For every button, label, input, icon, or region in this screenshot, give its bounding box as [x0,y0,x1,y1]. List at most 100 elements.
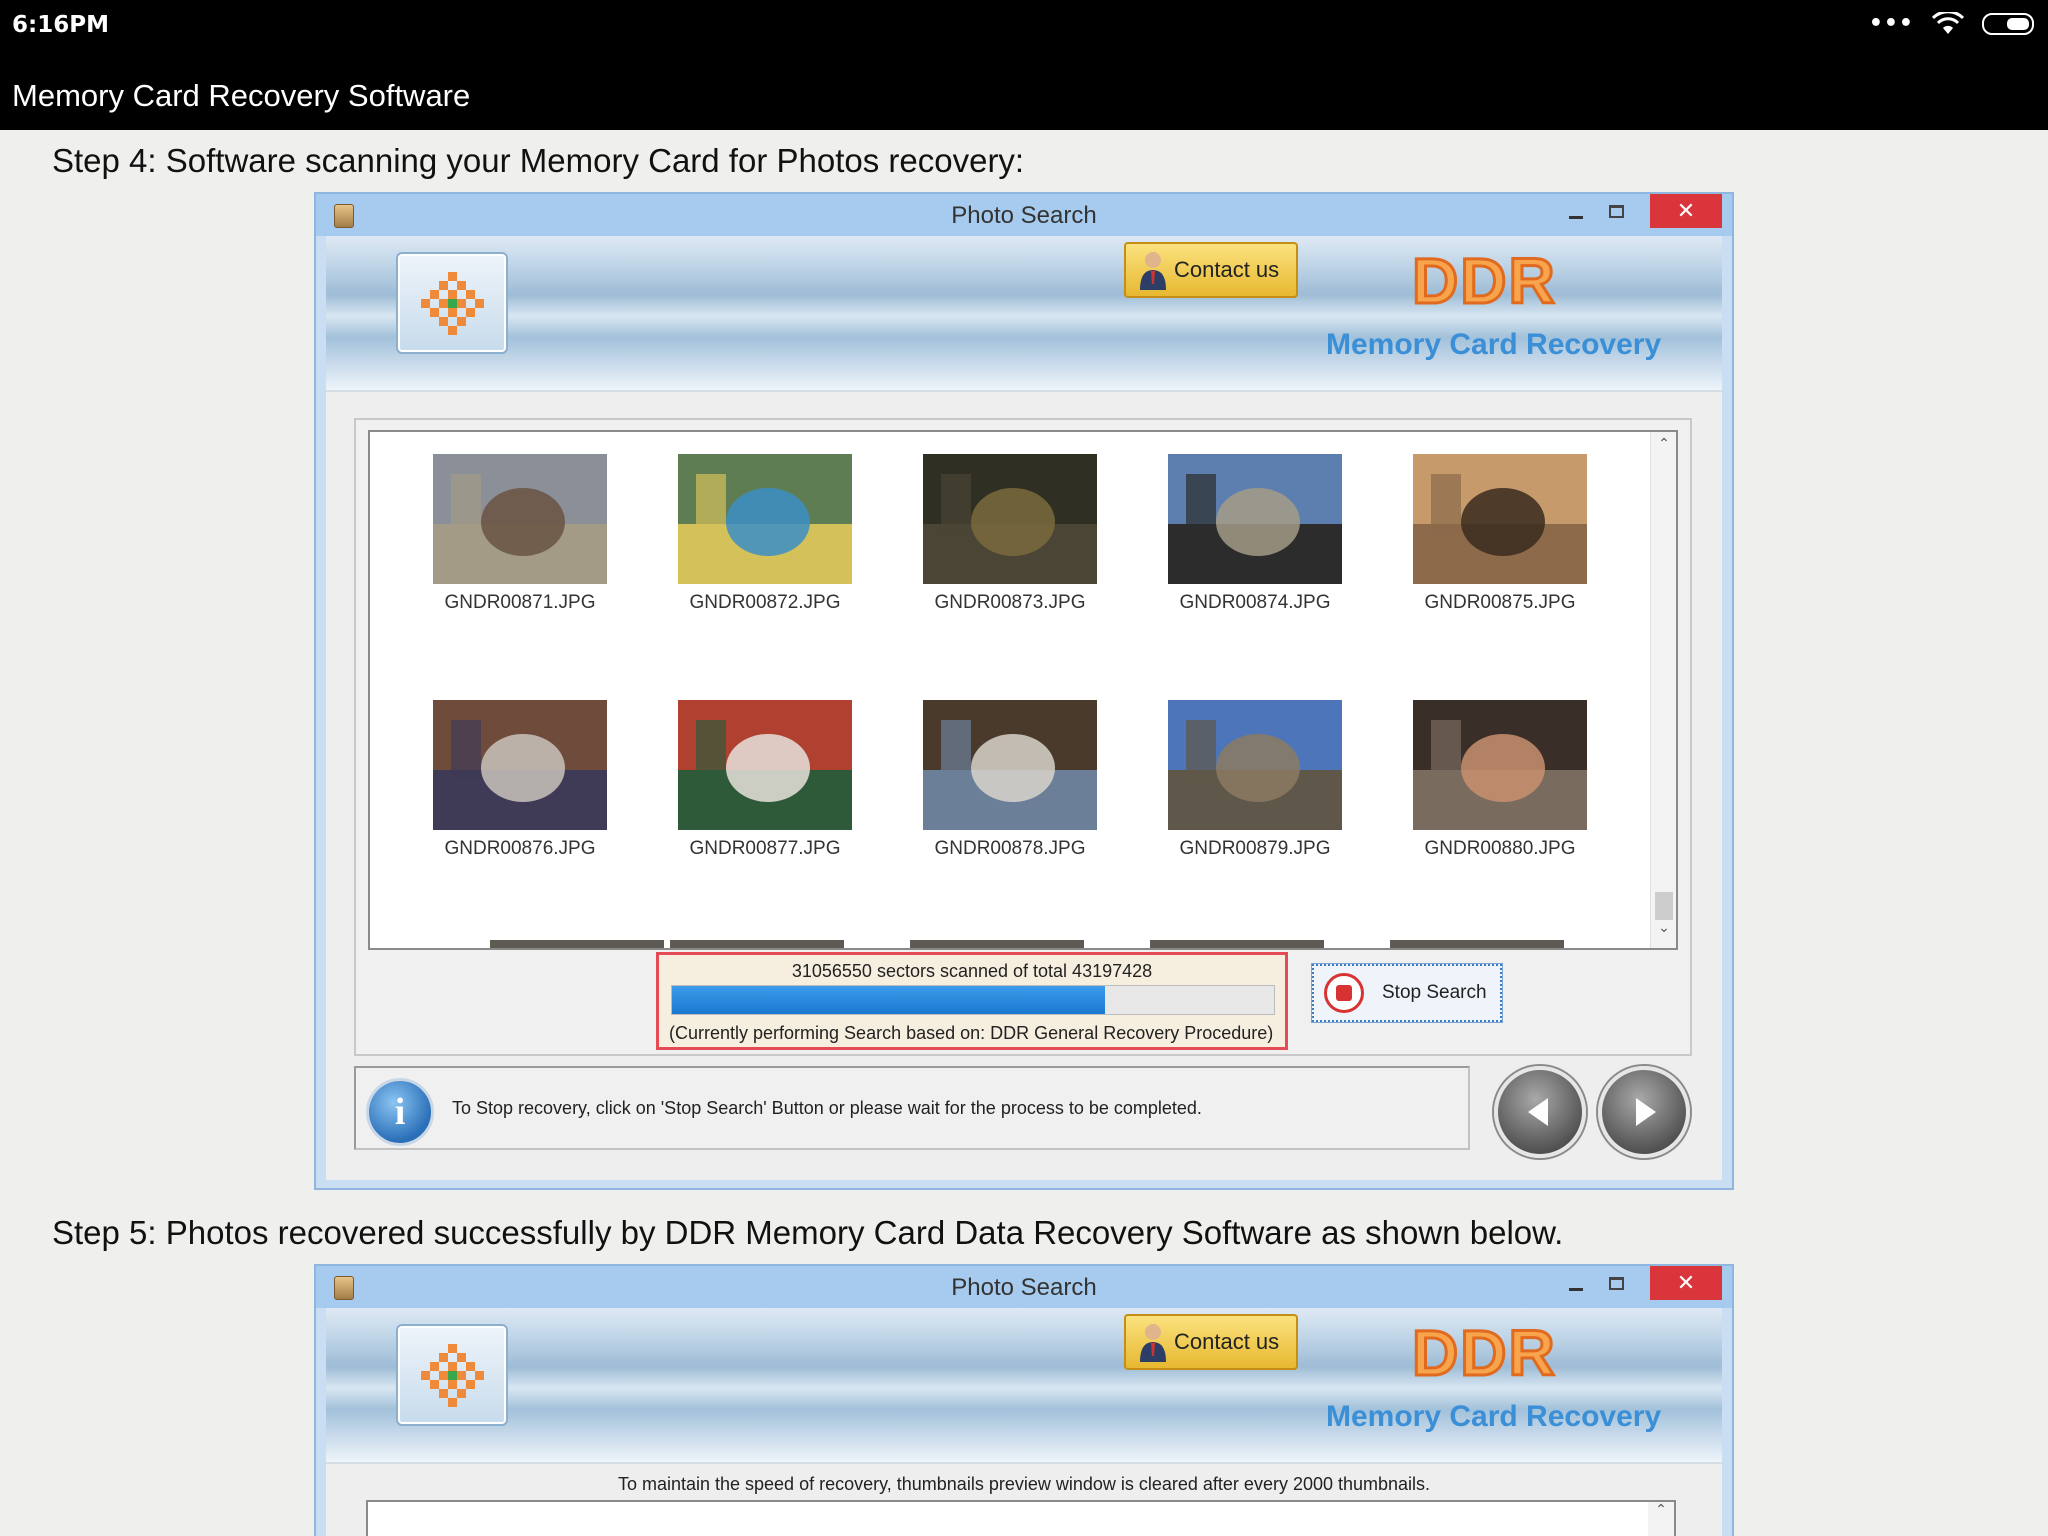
minimize-button[interactable] [1556,1266,1596,1300]
partial-thumbnail [910,940,1084,948]
progress-bar [671,985,1275,1015]
app-title: Memory Card Recovery Software [12,78,471,113]
maximize-button[interactable] [1596,1266,1636,1300]
minimize-button[interactable] [1556,194,1596,228]
next-button[interactable] [1598,1066,1690,1158]
ddr-logo: DDR [1411,244,1557,319]
photo-image [678,454,852,584]
contact-us-button[interactable]: Contact us [1124,242,1298,298]
info-bar: i To Stop recovery, click on 'Stop Searc… [354,1066,1470,1150]
photo-image [433,454,607,584]
person-icon [1140,1324,1166,1362]
photo-image [433,700,607,830]
partial-thumbnail [1390,940,1564,948]
photo-filename: GNDR00874.JPG [1179,592,1331,613]
photo-thumbnail[interactable]: GNDR00879.JPG [1155,700,1355,880]
photo-thumbnail[interactable]: GNDR00871.JPG [420,454,620,634]
scrollbar-thumb[interactable] [1655,892,1673,920]
photo-image [923,700,1097,830]
scroll-up-icon[interactable]: ⌃ [1648,1502,1674,1536]
thumbnail-view[interactable]: GNDR00871.JPG GNDR00872.JPG GNDR00873.JPG G… [368,430,1678,950]
photo-image [923,454,1097,584]
photo-thumbnail[interactable]: GNDR00877.JPG [665,700,865,880]
photo-thumbnail[interactable]: GNDR00872.JPG [665,454,865,634]
header-banner: Contact us DDR Memory Card Recovery [326,236,1722,392]
progress-note: (Currently performing Search based on: D… [669,1023,1274,1043]
thumbnail-notice: To maintain the speed of recovery, thumb… [617,1474,1431,1494]
checker-logo-icon [421,272,484,335]
window-title: Photo Search [951,1274,1097,1301]
status-icons: ••• [1869,12,2034,36]
photo-image [678,700,852,830]
maximize-button[interactable] [1596,194,1636,228]
partial-thumbnail [670,940,844,948]
contact-us-button[interactable]: Contact us [1124,1314,1298,1370]
photo-filename: GNDR00875.JPG [1424,592,1576,613]
vertical-scrollbar[interactable]: ⌃ ⌄ [1650,432,1676,948]
action-bar: Memory Card Recovery Software [0,52,2048,130]
window-body: Contact us DDR Memory Card Recovery GNDR… [326,236,1722,1180]
photo-search-window-1: Photo Search ✕ Contact us DDR Memory Car… [314,192,1734,1190]
stop-search-label: Stop Search [1382,982,1487,1003]
contact-us-label: Contact us [1174,1329,1280,1354]
photo-image [1413,700,1587,830]
window-body: Contact us DDR Memory Card Recovery To m… [326,1308,1722,1536]
partial-thumbnail [490,940,664,948]
contact-us-label: Contact us [1174,257,1280,282]
app-logo [396,1324,508,1426]
info-icon: i [366,1078,434,1146]
window-titlebar: Photo Search ✕ [316,1266,1732,1308]
scan-panel: GNDR00871.JPG GNDR00872.JPG GNDR00873.JPG G… [354,418,1692,1056]
app-logo [396,252,508,354]
more-dots-icon[interactable]: ••• [1869,13,1914,35]
photo-image [1168,454,1342,584]
scroll-up-icon[interactable]: ⌃ [1651,436,1676,460]
status-time: 6:16PM [12,12,109,38]
product-subtitle: Memory Card Recovery [1326,1400,1662,1433]
battery-icon [1982,13,2034,35]
photo-image [1168,700,1342,830]
photo-thumbnail[interactable]: GNDR00876.JPG [420,700,620,880]
photo-filename: GNDR00872.JPG [689,592,841,613]
product-subtitle: Memory Card Recovery [1326,328,1662,361]
partial-thumbnail [1150,940,1324,948]
arrow-right-icon [1636,1098,1656,1126]
progress-bar-fill [672,986,1105,1014]
close-button[interactable]: ✕ [1650,1266,1722,1300]
photo-search-window-2: Photo Search ✕ Contact us DDR Memory Car… [314,1264,1734,1536]
back-button[interactable] [1494,1066,1586,1158]
photo-filename: GNDR00877.JPG [689,838,841,859]
window-titlebar: Photo Search ✕ [316,194,1732,236]
close-button[interactable]: ✕ [1650,194,1722,228]
progress-box: 31056550 sectors scanned of total 431974… [656,952,1288,1050]
stop-search-button[interactable]: Stop Search [1311,963,1503,1023]
photo-filename: GNDR00878.JPG [934,838,1086,859]
photo-thumbnail[interactable]: GNDR00880.JPG [1400,700,1600,880]
step4-heading: Step 4: Software scanning your Memory Ca… [52,142,1025,179]
photo-filename: GNDR00880.JPG [1424,838,1576,859]
photo-thumbnail[interactable]: GNDR00875.JPG [1400,454,1600,634]
photo-image [1413,454,1587,584]
photo-filename: GNDR00873.JPG [934,592,1086,613]
header-banner: Contact us DDR Memory Card Recovery [326,1308,1722,1464]
thumbnail-view[interactable]: ⌃ [366,1500,1676,1536]
photo-thumbnail[interactable]: GNDR00878.JPG [910,700,1110,880]
wifi-icon [1932,12,1964,34]
person-icon [1140,252,1166,290]
photo-thumbnail[interactable]: GNDR00873.JPG [910,454,1110,634]
thumbnail-grid: GNDR00871.JPG GNDR00872.JPG GNDR00873.JPG G… [370,432,1652,948]
page-content[interactable]: Step 4: Software scanning your Memory Ca… [0,130,2048,1536]
status-bar: 6:16PM ••• [0,0,2048,52]
arrow-left-icon [1528,1098,1548,1126]
checker-logo-icon [421,1344,484,1407]
photo-filename: GNDR00871.JPG [444,592,596,613]
step5-heading: Step 5: Photos recovered successfully by… [52,1214,1564,1251]
scroll-down-icon[interactable]: ⌄ [1651,920,1676,944]
photo-filename: GNDR00876.JPG [444,838,596,859]
progress-text: 31056550 sectors scanned of total 431974… [791,961,1153,981]
minimize-icon [1569,215,1583,219]
stop-icon [1324,973,1364,1013]
photo-thumbnail[interactable]: GNDR00874.JPG [1155,454,1355,634]
photo-filename: GNDR00879.JPG [1179,838,1331,859]
minimize-icon [1569,1287,1583,1291]
